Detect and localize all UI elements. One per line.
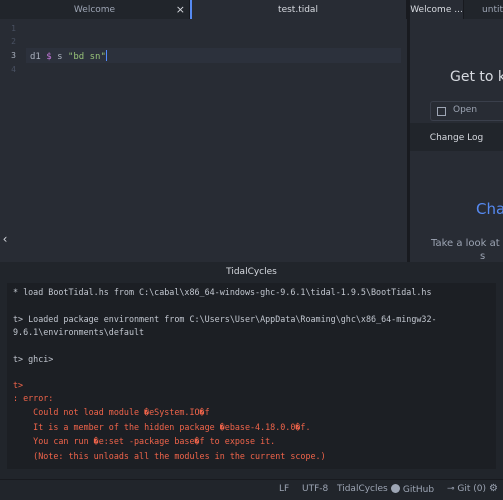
changelog-text: Take a look at s	[431, 238, 503, 249]
console-line: 9.6.1\environments\default	[13, 327, 145, 337]
code-function: s	[57, 52, 63, 62]
github-icon	[391, 484, 400, 493]
text-cursor	[105, 50, 107, 61]
console-line: * load BootTidal.hs from C:\cabal\x86_64…	[13, 287, 432, 297]
grammar-indicator[interactable]: TidalCycles	[337, 484, 388, 494]
tab-label: Welcome	[73, 4, 116, 15]
console-error-line: t>	[13, 380, 24, 390]
encoding-indicator[interactable]: UTF-8	[302, 484, 328, 494]
line-number: 4	[11, 65, 16, 74]
git-label: Git (0)	[457, 484, 487, 494]
github-label: GitHub	[402, 485, 435, 495]
close-icon[interactable]: ×	[176, 3, 185, 16]
console-line: t> ghci>	[13, 354, 54, 364]
line-number: 2	[11, 37, 16, 46]
tab-welcome[interactable]: Welcome ×	[0, 0, 190, 19]
git-commit-icon: ⊸	[447, 484, 455, 494]
console-line: t> Loaded package environment from C:\Us…	[13, 314, 437, 324]
code-line[interactable]: d1 $ s "bd sn"	[30, 50, 107, 62]
line-number: 3	[11, 51, 16, 60]
console-error-line: You can run �e:set -package base�f to ex…	[13, 436, 276, 446]
git-button[interactable]: ⊸ Git (0)	[447, 484, 486, 494]
code-editor[interactable]: 1 2 3 4 d1 $ s "bd sn"	[0, 19, 407, 262]
repl-console[interactable]: * load BootTidal.hs from C:\cabal\x86_64…	[7, 283, 496, 469]
welcome-item-label: Open	[453, 105, 478, 115]
tab-label: test.tidal	[278, 4, 318, 15]
tab-label: untit	[482, 4, 503, 15]
welcome-item[interactable]: Open	[430, 101, 503, 121]
code-string: "bd sn"	[67, 52, 106, 62]
status-bar: LF UTF-8 TidalCycles GitHub ⊸ Git (0) ⚙	[0, 479, 503, 500]
changelog-pane: Change Log Cha Take a look at s s	[410, 123, 503, 262]
gear-icon[interactable]: ⚙	[489, 483, 498, 494]
checkbox-icon	[437, 107, 446, 116]
changelog-heading: Cha	[476, 200, 503, 218]
code-ident: d1	[30, 52, 41, 62]
panel-title: TidalCycles	[0, 262, 503, 282]
chevron-left-icon[interactable]: ‹	[0, 230, 10, 248]
tab-untitled[interactable]: untit	[464, 0, 503, 19]
tab-change-log[interactable]: Change Log	[410, 125, 503, 151]
github-button[interactable]: GitHub	[391, 484, 434, 495]
changelog-text: s	[480, 251, 486, 262]
console-error-line: It is a member of the hidden package �eb…	[13, 422, 311, 432]
code-operator: $	[46, 52, 52, 62]
console-error-line: : error:	[13, 393, 54, 403]
tab-welcome-guide[interactable]: Welcome ...	[410, 0, 464, 19]
welcome-heading: Get to k	[450, 69, 503, 85]
line-ending-indicator[interactable]: LF	[279, 484, 289, 494]
console-error-line: Could not load module �eSystem.IO�f	[13, 407, 210, 417]
tab-test-tidal[interactable]: test.tidal	[190, 0, 407, 19]
tab-label: Welcome ...	[410, 4, 463, 15]
console-error-line: (Note: this unloads all the modules in t…	[13, 451, 326, 461]
welcome-pane: Get to k Open Change Log Cha Take a look…	[410, 19, 503, 262]
line-number: 1	[11, 24, 16, 33]
active-tab-indicator	[190, 0, 192, 19]
